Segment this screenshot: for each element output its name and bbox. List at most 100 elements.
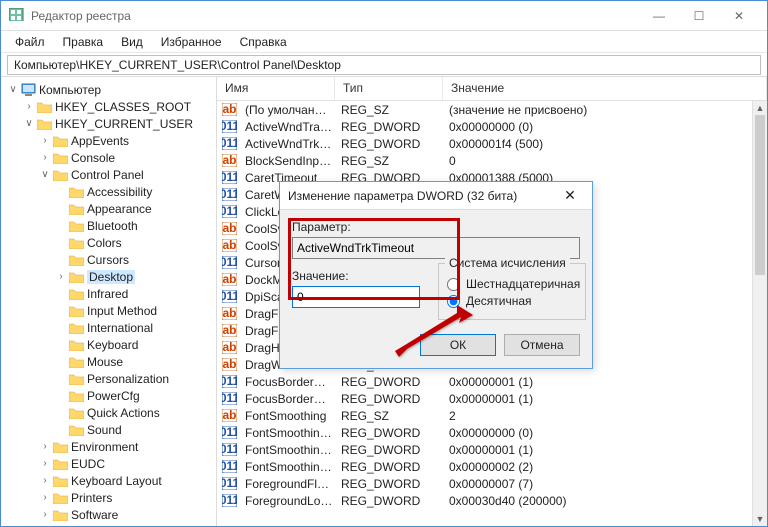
address-path[interactable]: Компьютер\HKEY_CURRENT_USER\Control Pane… — [7, 55, 761, 75]
tree-pane[interactable]: ∨Компьютер›HKEY_CLASSES_ROOT∨HKEY_CURREN… — [1, 77, 217, 526]
cell-name: ActiveWndTrkTi... — [241, 137, 337, 151]
expand-icon[interactable]: › — [39, 492, 51, 503]
tree-item[interactable]: › Software — [1, 506, 216, 523]
table-row[interactable]: FontSmoothing...REG_DWORD0x00000002 (2) — [217, 458, 767, 475]
table-row[interactable]: FontSmoothingREG_SZ2 — [217, 407, 767, 424]
tree-label: Control Panel — [71, 168, 144, 182]
menu-help[interactable]: Справка — [232, 33, 295, 51]
tree-item[interactable]: Keyboard — [1, 336, 216, 353]
expand-icon[interactable]: › — [39, 441, 51, 452]
scrollbar[interactable]: ▲ ▼ — [752, 101, 767, 526]
tree-item[interactable]: International — [1, 319, 216, 336]
tree-item[interactable]: Appearance — [1, 200, 216, 217]
scroll-down-icon[interactable]: ▼ — [753, 512, 767, 526]
tree-item[interactable]: Infrared — [1, 285, 216, 302]
value-icon — [221, 409, 237, 423]
value-field[interactable] — [292, 286, 420, 308]
tree-item[interactable]: Personalization — [1, 370, 216, 387]
tree-item[interactable]: Input Method — [1, 302, 216, 319]
tree-item[interactable]: ›Keyboard Layout — [1, 472, 216, 489]
tree-label: Console — [71, 151, 115, 165]
minimize-button[interactable]: — — [639, 2, 679, 30]
tree-item[interactable]: Colors — [1, 234, 216, 251]
expand-icon[interactable]: › — [39, 475, 51, 486]
menubar: Файл Правка Вид Избранное Справка — [1, 31, 767, 53]
tree-item[interactable]: PowerCfg — [1, 387, 216, 404]
cell-value: 0x00000000 (0) — [445, 120, 767, 134]
tree-item[interactable]: Cursors — [1, 251, 216, 268]
expand-icon[interactable]: › — [23, 101, 35, 112]
expand-icon[interactable]: ∨ — [39, 169, 51, 180]
ok-button[interactable]: ОК — [420, 334, 496, 356]
tree-label: Personalization — [87, 372, 169, 386]
tree-item[interactable]: ›EUDC — [1, 455, 216, 472]
menu-favorites[interactable]: Избранное — [153, 33, 230, 51]
cancel-button[interactable]: Отмена — [504, 334, 580, 356]
folder-icon — [52, 491, 68, 505]
expand-icon[interactable]: ∨ — [7, 84, 19, 95]
expand-icon[interactable]: › — [39, 458, 51, 469]
dialog-close-button[interactable]: ✕ — [556, 187, 584, 204]
tree-label: Bluetooth — [87, 219, 138, 233]
folder-icon — [52, 134, 68, 148]
tree-item[interactable]: Bluetooth — [1, 217, 216, 234]
folder-icon — [68, 236, 84, 250]
tree-item[interactable]: Quick Actions — [1, 404, 216, 421]
table-row[interactable]: BlockSendInput...REG_SZ0 — [217, 152, 767, 169]
value-icon — [221, 392, 237, 406]
expand-icon[interactable]: › — [39, 135, 51, 146]
expand-icon[interactable]: › — [55, 271, 67, 282]
expand-icon[interactable]: › — [39, 509, 51, 520]
tree-item[interactable]: › Environment — [1, 438, 216, 455]
cell-type: REG_SZ — [337, 154, 445, 168]
tree-item[interactable]: ›Printers — [1, 489, 216, 506]
maximize-button[interactable]: ☐ — [679, 2, 719, 30]
tree-label: Software — [71, 508, 118, 522]
tree-item[interactable]: Sound — [1, 421, 216, 438]
menu-edit[interactable]: Правка — [55, 33, 112, 51]
menu-view[interactable]: Вид — [113, 33, 151, 51]
table-row[interactable]: FontSmoothing...REG_DWORD0x00000001 (1) — [217, 441, 767, 458]
tree-label: PowerCfg — [87, 389, 140, 403]
menu-file[interactable]: Файл — [7, 33, 53, 51]
tree-item[interactable]: ∨Компьютер — [1, 81, 216, 98]
radix-hex-label: Шестнадцатеричная — [466, 277, 580, 291]
folder-icon — [52, 151, 68, 165]
table-row[interactable]: FocusBorderWid...REG_DWORD0x00000001 (1) — [217, 390, 767, 407]
expand-icon[interactable]: › — [39, 152, 51, 163]
table-row[interactable]: ActiveWndTrack...REG_DWORD0x00000000 (0) — [217, 118, 767, 135]
cell-type: REG_SZ — [337, 409, 445, 423]
scroll-thumb[interactable] — [755, 115, 765, 275]
table-row[interactable]: ForegroundFlas...REG_DWORD0x00000007 (7) — [217, 475, 767, 492]
column-value[interactable]: Значение — [443, 77, 767, 100]
cell-value: 0 — [445, 154, 767, 168]
radix-hex-option[interactable]: Шестнадцатеричная — [447, 277, 577, 291]
table-row[interactable]: ActiveWndTrkTi...REG_DWORD0x000001f4 (50… — [217, 135, 767, 152]
expand-icon[interactable]: ∨ — [23, 118, 35, 129]
tree-label: Environment — [71, 440, 138, 454]
radix-dec-radio[interactable] — [447, 295, 460, 308]
table-row[interactable]: ForegroundLock...REG_DWORD0x00030d40 (20… — [217, 492, 767, 509]
close-button[interactable]: ✕ — [719, 2, 759, 30]
tree-item[interactable]: ›AppEvents — [1, 132, 216, 149]
radix-dec-option[interactable]: Десятичная — [447, 294, 577, 308]
column-name[interactable]: Имя — [217, 77, 335, 100]
cell-type: REG_DWORD — [337, 443, 445, 457]
tree-item[interactable]: Mouse — [1, 353, 216, 370]
table-row[interactable]: FocusBorderHei...REG_DWORD0x00000001 (1) — [217, 373, 767, 390]
scroll-up-icon[interactable]: ▲ — [753, 101, 767, 115]
table-row[interactable]: (По умолчанию)REG_SZ(значение не присвое… — [217, 101, 767, 118]
tree-item[interactable]: ∨ Control Panel — [1, 166, 216, 183]
tree-item[interactable]: › Console — [1, 149, 216, 166]
tree-item[interactable]: Accessibility — [1, 183, 216, 200]
tree-label: Desktop — [87, 270, 135, 284]
tree-item[interactable]: ›SYSTEM — [1, 523, 216, 526]
radix-hex-radio[interactable] — [447, 278, 460, 291]
cell-name: FocusBorderWid... — [241, 392, 337, 406]
tree-item[interactable]: ∨HKEY_CURRENT_USER — [1, 115, 216, 132]
tree-item[interactable]: › Desktop — [1, 268, 216, 285]
table-row[interactable]: FontSmoothing...REG_DWORD0x00000000 (0) — [217, 424, 767, 441]
tree-item[interactable]: ›HKEY_CLASSES_ROOT — [1, 98, 216, 115]
tree-label: International — [87, 321, 153, 335]
column-type[interactable]: Тип — [335, 77, 443, 100]
